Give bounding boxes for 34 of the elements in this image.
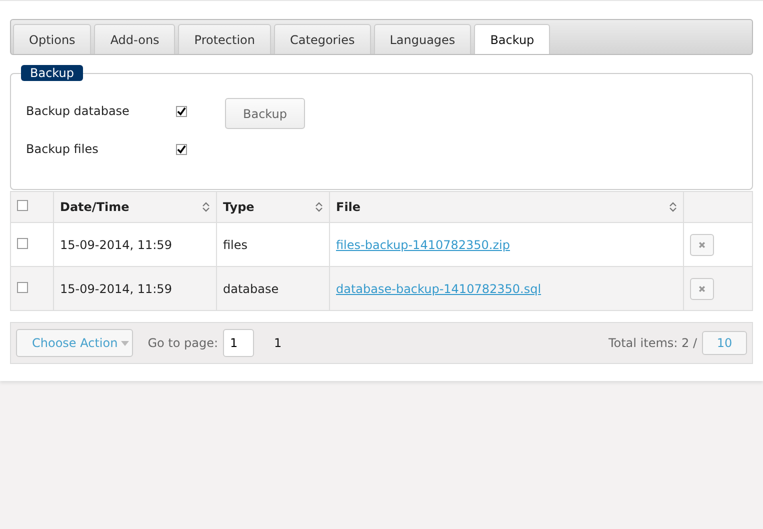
tab[interactable]: Languages bbox=[374, 24, 472, 54]
panel-legend: Backup bbox=[21, 65, 83, 81]
page-input[interactable]: 1 bbox=[223, 329, 254, 357]
row-checkbox[interactable] bbox=[17, 238, 28, 248]
tab[interactable]: Options bbox=[13, 24, 92, 54]
tab[interactable]: Protection bbox=[178, 24, 272, 54]
table-cell: 15-09-2014, 11:59 bbox=[60, 238, 172, 252]
checkbox[interactable] bbox=[176, 144, 187, 154]
table-cell: 15-09-2014, 11:59 bbox=[60, 282, 172, 296]
row-checkbox[interactable] bbox=[17, 282, 28, 292]
select-all-checkbox[interactable] bbox=[17, 200, 28, 211]
option-label: Backup files bbox=[26, 142, 100, 156]
total-items: Total items: 2 / bbox=[608, 336, 697, 350]
close-icon bbox=[698, 240, 706, 248]
page-link[interactable]: 1 bbox=[274, 336, 282, 350]
column-header[interactable]: Type bbox=[216, 192, 330, 222]
tab[interactable]: Categories bbox=[274, 24, 371, 54]
column-header[interactable]: File bbox=[330, 192, 684, 222]
tab[interactable]: Add-ons bbox=[94, 24, 176, 54]
option-label: Backup database bbox=[26, 104, 130, 118]
goto-label: Go to page: bbox=[148, 336, 218, 350]
backup-button[interactable]: Backup bbox=[225, 98, 305, 129]
delete-button[interactable] bbox=[690, 278, 714, 300]
column-header[interactable]: Date/Time bbox=[54, 192, 216, 222]
tab[interactable]: Backup bbox=[474, 24, 550, 54]
sort-icon bbox=[669, 201, 677, 213]
table-cell: files bbox=[223, 238, 248, 252]
close-icon bbox=[698, 284, 706, 292]
sort-icon bbox=[315, 201, 323, 213]
caret-icon bbox=[120, 340, 129, 346]
delete-button[interactable] bbox=[690, 234, 714, 256]
checkbox[interactable] bbox=[176, 106, 187, 116]
sort-icon bbox=[202, 201, 210, 213]
table-cell: database bbox=[223, 282, 279, 296]
